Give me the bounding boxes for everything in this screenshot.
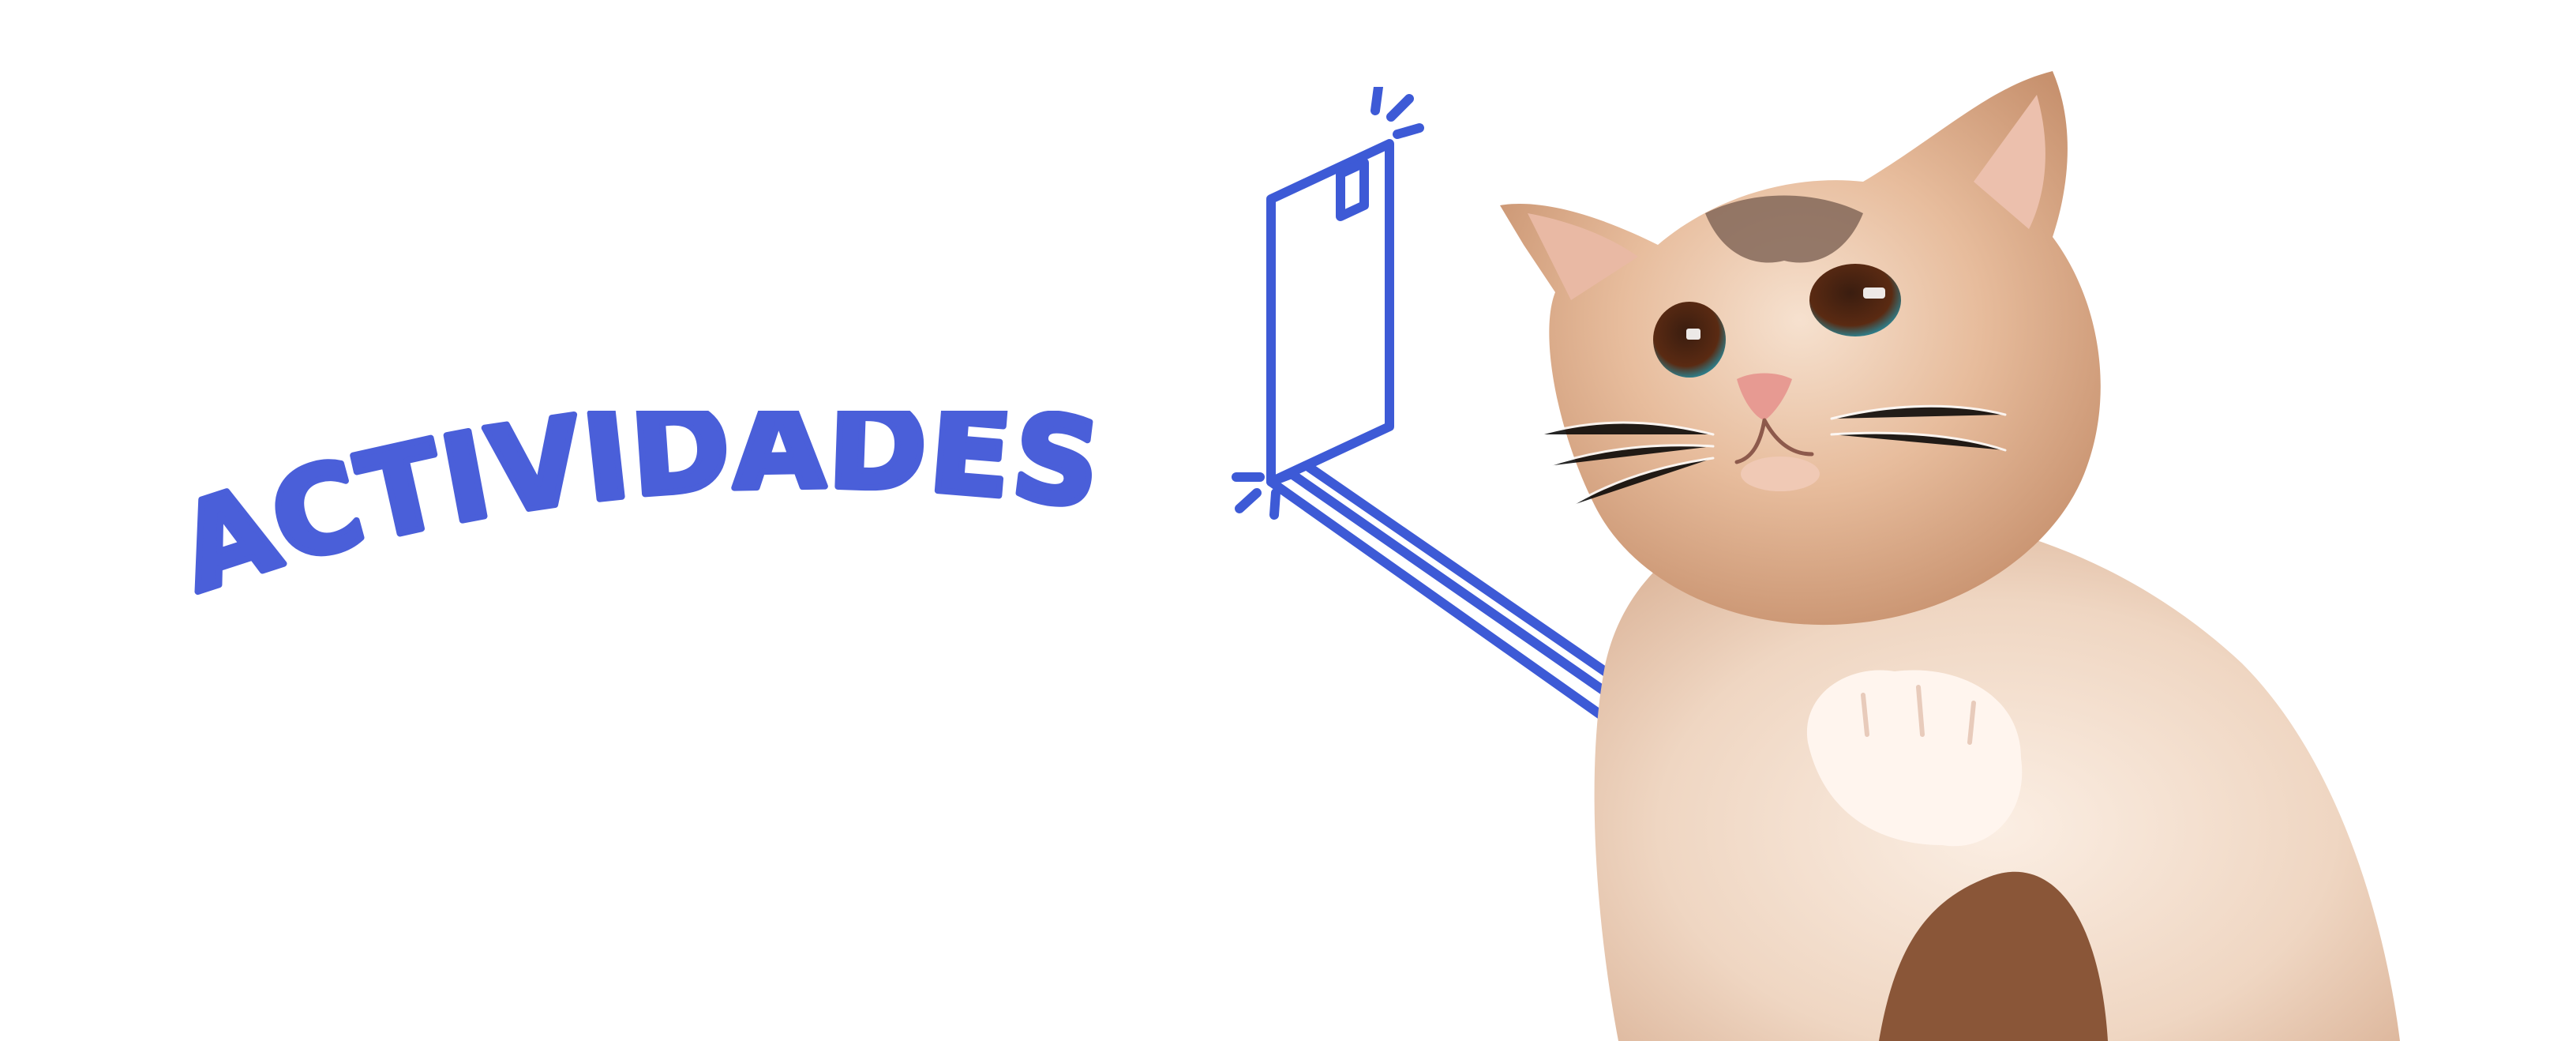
banner-title: ACTIVIDADES [182,411,1097,616]
activities-banner: ACTIVIDADES [0,0,2576,1041]
banner-title-text: ACTIVIDADES [182,411,1097,616]
svg-text:ACTIVIDADES: ACTIVIDADES [182,411,1097,616]
phone-icon [1266,139,1394,487]
cat-photo [1453,63,2576,1041]
